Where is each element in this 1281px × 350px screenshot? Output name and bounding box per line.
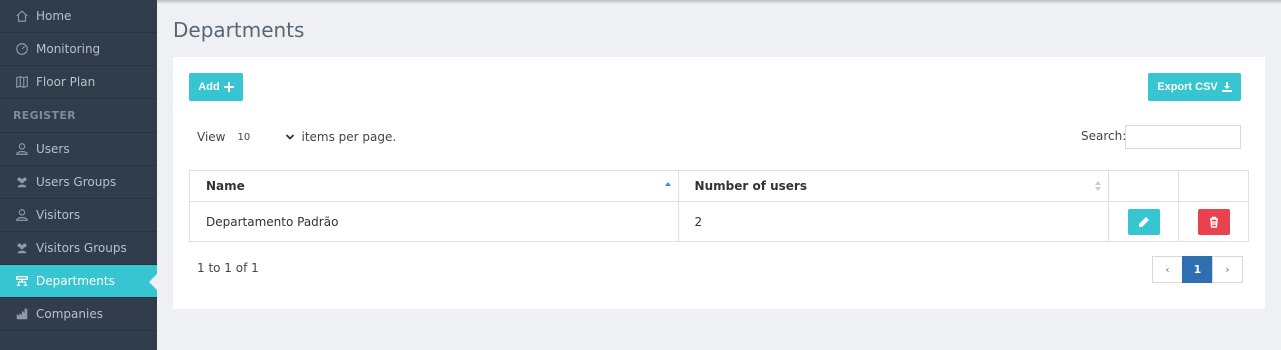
download-icon — [1221, 82, 1232, 92]
column-header-edit — [1108, 170, 1180, 202]
export-csv-button[interactable]: Export CSV — [1148, 73, 1241, 101]
sidebar-item-label: Companies — [36, 307, 103, 321]
edit-button[interactable] — [1127, 208, 1160, 235]
sidebar-item-label: Visitors Groups — [36, 241, 127, 255]
sidebar-item-label: Users — [36, 142, 70, 156]
users-group-icon — [14, 174, 30, 190]
sidebar-item-users[interactable]: Users — [0, 133, 157, 166]
view-label: View — [197, 130, 226, 144]
pagination-summary: 1 to 1 of 1 — [197, 261, 259, 275]
sidebar-item-departments[interactable]: Departments — [0, 265, 157, 298]
add-button-label: Add — [198, 81, 220, 93]
sitemap-icon — [14, 273, 30, 289]
page-size-select[interactable]: 10 — [237, 132, 295, 143]
search-input[interactable] — [1125, 125, 1241, 149]
column-header-name[interactable]: Name — [189, 170, 679, 202]
sort-asc-icon — [664, 182, 671, 186]
export-csv-label: Export CSV — [1157, 81, 1218, 93]
sidebar-item-label: Visitors — [36, 208, 81, 222]
column-header-users[interactable]: Number of users — [677, 170, 1110, 202]
chart-icon — [14, 306, 30, 322]
sidebar: Home Monitoring Floor Plan REGISTER User… — [0, 0, 157, 350]
user-icon — [14, 207, 30, 223]
delete-button[interactable] — [1197, 208, 1230, 235]
cell-name: Departamento Padrão — [189, 201, 679, 242]
sidebar-item-floor-plan[interactable]: Floor Plan — [0, 66, 157, 99]
chevron-down-icon — [286, 134, 295, 140]
sidebar-item-companies[interactable]: Companies — [0, 298, 157, 331]
sidebar-section-register: REGISTER — [0, 99, 157, 133]
pagination: ‹ 1 › — [1152, 256, 1243, 283]
cell-delete — [1178, 201, 1249, 242]
content-panel: Add Export CSV View 10 items per page. S… — [173, 57, 1265, 309]
sidebar-item-monitoring[interactable]: Monitoring — [0, 33, 157, 66]
per-page-label: items per page. — [301, 130, 397, 144]
table-header-row: Name Number of users — [189, 170, 1249, 202]
trash-icon — [1209, 216, 1218, 228]
users-group-icon — [14, 240, 30, 256]
sidebar-item-home[interactable]: Home — [0, 0, 157, 33]
user-icon — [14, 141, 30, 157]
map-icon — [14, 74, 30, 90]
plus-icon — [223, 82, 234, 92]
sidebar-item-label: Monitoring — [36, 42, 101, 56]
page-title: Departments — [173, 18, 305, 42]
column-header-delete — [1178, 170, 1249, 202]
home-icon — [14, 8, 30, 24]
add-button[interactable]: Add — [189, 73, 243, 101]
topbar-shadow — [157, 0, 1281, 4]
sort-icon — [1095, 181, 1102, 191]
page-button-current[interactable]: 1 — [1182, 256, 1213, 283]
search-label: Search: — [1081, 129, 1127, 143]
cell-edit — [1108, 201, 1180, 242]
sidebar-item-label: Home — [36, 9, 72, 23]
table-row: Departamento Padrão 2 — [189, 201, 1249, 242]
prev-page-button[interactable]: ‹ — [1152, 256, 1183, 283]
cell-users: 2 — [677, 201, 1110, 242]
sidebar-item-users-groups[interactable]: Users Groups — [0, 166, 157, 199]
gauge-icon — [14, 41, 30, 57]
page-size-value: 10 — [237, 131, 251, 143]
sidebar-item-visitors[interactable]: Visitors — [0, 199, 157, 232]
departments-table: Name Number of users Departamento Padrão… — [189, 170, 1249, 242]
sidebar-item-visitors-groups[interactable]: Visitors Groups — [0, 232, 157, 265]
sidebar-item-label: Floor Plan — [36, 75, 96, 89]
page-size-row: View 10 items per page. — [197, 130, 396, 144]
sidebar-item-label: Departments — [36, 274, 115, 288]
next-page-button[interactable]: › — [1212, 256, 1243, 283]
sidebar-item-label: Users Groups — [36, 175, 117, 189]
pencil-icon — [1138, 216, 1149, 227]
